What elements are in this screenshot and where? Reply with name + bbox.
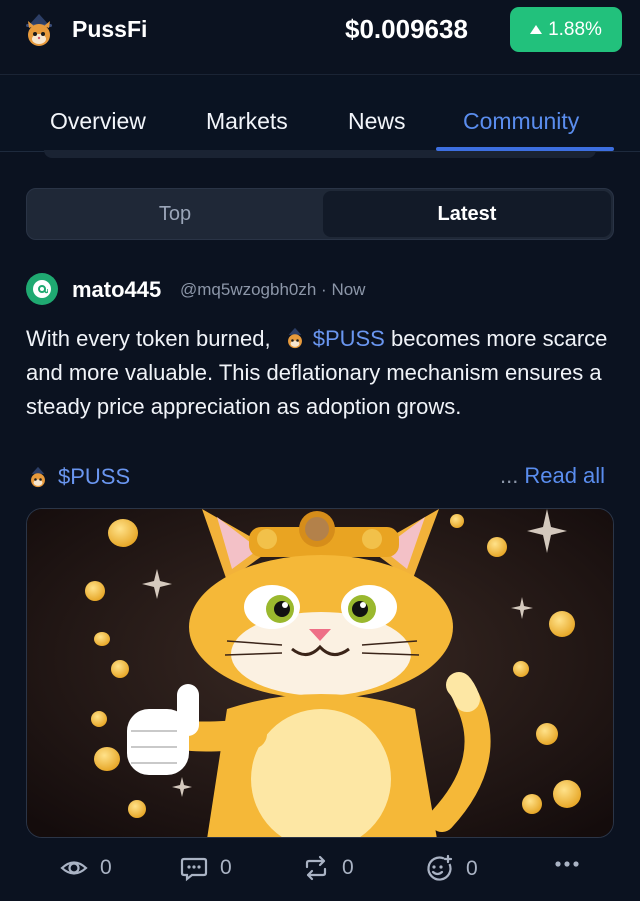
user-avatar-icon [33,280,51,298]
tab-markets[interactable]: Markets [206,108,288,135]
post-body: With every token burned, $PUSS becomes m… [26,322,616,424]
post-tag-label: $PUSS [58,464,131,489]
post-text-before: With every token burned, [26,326,271,351]
price-change-value: 1.88% [548,18,602,40]
repost-action[interactable]: 0 [302,854,354,882]
post-cashtag[interactable]: $PUSS [313,326,385,351]
views-action[interactable]: 0 [60,854,112,882]
ellipsis: ... [500,463,519,488]
feed-sort-toggle: Top Latest [26,188,614,240]
app-name: PussFi [72,16,148,42]
comment-count: 0 [220,856,232,879]
cat-thumbs-up-illustration [27,509,613,837]
repost-icon [305,855,327,881]
add-reaction-icon [427,854,453,881]
token-price: $0.009638 [345,14,468,44]
reaction-action[interactable]: 0 [424,854,478,884]
tab-bar: Overview Markets News Community [0,76,640,152]
repost-count: 0 [342,856,354,879]
read-all-link[interactable]: Read all [524,463,605,488]
read-all: ... Read all [500,463,605,489]
tab-overview[interactable]: Overview [50,108,146,135]
tab-community[interactable]: Community [463,108,579,135]
sort-latest-button[interactable]: Latest [323,191,611,237]
post-image[interactable] [26,508,614,838]
post-actions: 0 0 0 0 [0,846,640,896]
reaction-count: 0 [466,857,478,880]
views-count: 0 [100,856,112,879]
eye-icon [60,861,88,875]
header: PussFi $0.009638 1.88% [0,0,640,62]
avatar[interactable] [26,273,58,305]
post-tag[interactable]: $PUSS [26,462,130,492]
sort-top-button[interactable]: Top [27,189,323,239]
up-triangle-icon [530,24,543,34]
active-tab-indicator [436,147,614,151]
comment-icon [180,857,208,882]
comment-action[interactable]: 0 [180,854,232,882]
post-handle: @mq5wzogbh0zh · Now [180,280,366,299]
more-icon[interactable] [554,860,580,868]
puss-token-icon [26,465,50,489]
header-divider [0,74,640,75]
price-change-badge: 1.88% [510,7,622,52]
scroll-peek [44,150,596,158]
tab-news[interactable]: News [348,108,406,135]
cat-logo-icon[interactable] [20,11,58,49]
puss-token-icon [283,326,307,350]
post-username[interactable]: mato445 [72,277,161,303]
